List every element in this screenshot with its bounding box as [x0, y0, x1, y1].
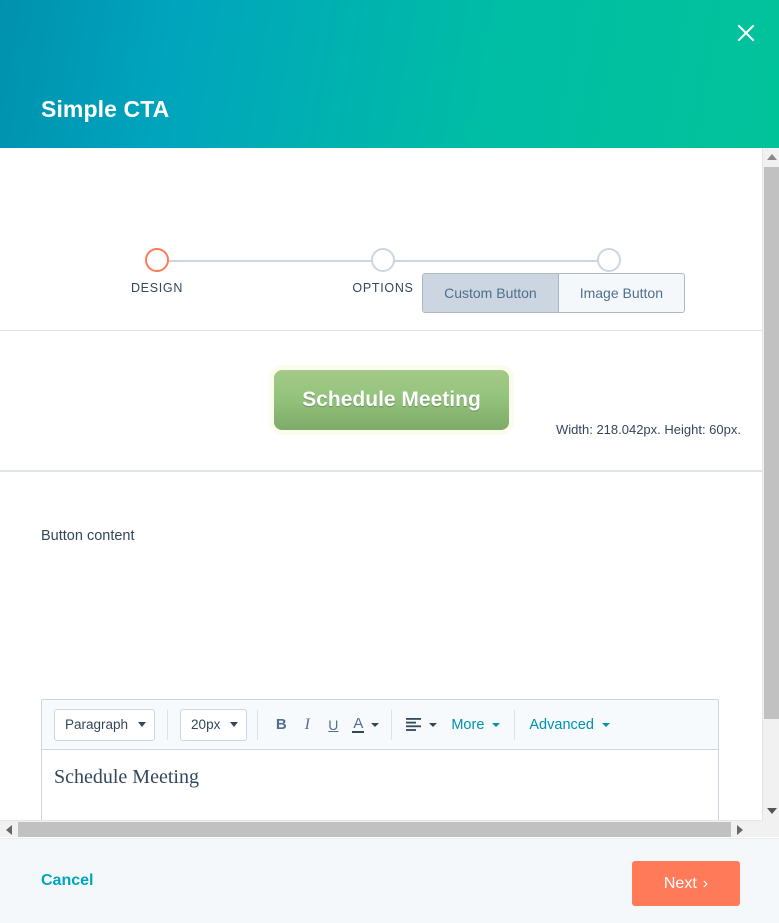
font-size-select[interactable]: 20px [180, 708, 248, 741]
align-left-icon [406, 718, 422, 731]
stepper-step-design[interactable]: DESIGN [97, 248, 217, 295]
rich-text-editor: Paragraph 20px B I U A More Advanced Sch… [41, 699, 719, 820]
modal-body: DESIGN OPTIONS FINISH Custom Button Imag… [0, 148, 779, 820]
close-icon[interactable] [730, 17, 762, 49]
scroll-up-arrow-icon[interactable] [763, 148, 779, 166]
chevron-down-icon [429, 722, 438, 727]
text-color-icon: A [352, 714, 365, 734]
text-color-button[interactable]: A [352, 714, 380, 734]
chevron-right-icon: › [702, 874, 709, 892]
more-menu-button[interactable]: More [451, 716, 501, 733]
font-size-value: 20px [191, 717, 221, 732]
step-dot-icon [597, 248, 621, 272]
button-content-label: Button content [41, 528, 135, 544]
step-dot-icon [145, 248, 169, 272]
modal-footer: Cancel Next › [0, 838, 779, 923]
advanced-menu-label: Advanced [529, 716, 594, 733]
cta-dimensions-text: Width: 218.042px. Height: 60px. [555, 422, 741, 437]
modal-header: Simple CTA [0, 0, 779, 148]
stepper-step-label: DESIGN [130, 281, 184, 295]
horizontal-scrollbar[interactable] [0, 820, 762, 837]
tab-image-button[interactable]: Image Button [558, 274, 684, 312]
more-menu-label: More [451, 716, 485, 733]
next-button[interactable]: Next › [632, 861, 740, 906]
chevron-down-icon [230, 722, 239, 727]
editor-toolbar: Paragraph 20px B I U A More Advanced [42, 700, 718, 750]
wizard-stepper: DESIGN OPTIONS FINISH [0, 196, 762, 295]
chevron-down-icon [492, 722, 501, 727]
button-type-toggle-group: Custom Button Image Button [422, 273, 685, 313]
underline-button[interactable]: U [320, 711, 346, 739]
step-dot-icon [371, 248, 395, 272]
toolbar-divider [257, 709, 259, 740]
cta-form-area: Button content Paragraph 20px B I U A Mo… [0, 472, 762, 820]
scroll-right-arrow-icon[interactable] [731, 821, 749, 838]
paragraph-format-value: Paragraph [65, 717, 129, 732]
toolbar-divider [167, 709, 169, 740]
cta-preview-button[interactable]: Schedule Meeting [274, 370, 509, 430]
page-title: Simple CTA [41, 96, 170, 122]
scrollbar-corner [762, 820, 779, 837]
advanced-menu-button[interactable]: Advanced [529, 717, 610, 733]
horizontal-scrollbar-thumb[interactable] [18, 822, 731, 837]
next-button-label: Next [663, 874, 697, 892]
vertical-scrollbar[interactable] [762, 148, 779, 820]
align-button[interactable] [406, 718, 438, 731]
cta-preview-area: Schedule Meeting Width: 218.042px. Heigh… [0, 331, 762, 470]
vertical-scrollbar-thumb[interactable] [764, 167, 779, 719]
scroll-left-arrow-icon[interactable] [0, 821, 18, 838]
editor-content-area[interactable]: Schedule Meeting [42, 750, 718, 805]
tab-custom-button[interactable]: Custom Button [423, 274, 558, 312]
cta-editor-modal: Simple CTA DESIGN OPTIONS FINISH [0, 0, 779, 923]
chevron-down-icon [601, 722, 610, 727]
scroll-down-arrow-icon[interactable] [763, 802, 779, 820]
cancel-button[interactable]: Cancel [41, 872, 93, 890]
chevron-down-icon [138, 722, 147, 727]
chevron-down-icon [371, 722, 380, 727]
cta-preview-label: Schedule Meeting [302, 388, 481, 411]
paragraph-format-select[interactable]: Paragraph [54, 708, 156, 741]
toolbar-divider [391, 709, 393, 740]
bold-button[interactable]: B [268, 711, 294, 739]
italic-button[interactable]: I [294, 711, 320, 739]
toolbar-divider [514, 709, 516, 740]
